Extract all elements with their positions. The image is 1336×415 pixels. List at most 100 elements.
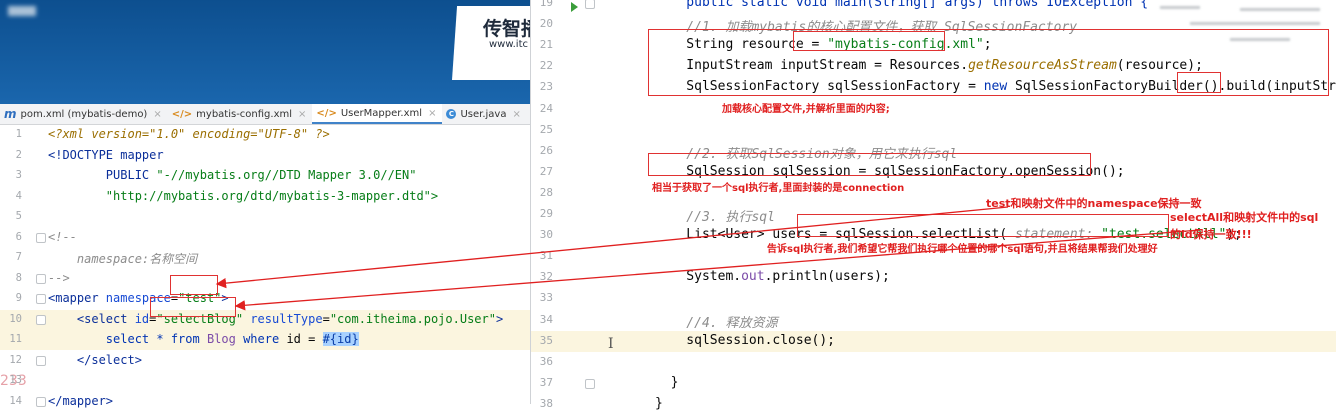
code-line[interactable]: 10 <select id="selectBlog" resultType="c… (0, 309, 530, 330)
fold-marker-icon[interactable] (585, 378, 595, 389)
tab-close-icon[interactable]: × (153, 109, 161, 120)
editor-tab-bar: m pom.xml (mybatis-demo) × </> mybatis-c… (0, 104, 530, 125)
line-number: 28 (539, 185, 553, 199)
code-token: id (134, 311, 150, 326)
annotation-tell-sql: 告诉sql执行者,我们希望它帮我们执行哪个位置的哪个sql语句,并且将结果帮我们… (767, 244, 1158, 255)
code-text: sqlSession.close(); (655, 333, 835, 348)
highlight-box-select-list (797, 214, 1169, 237)
code-line[interactable]: 12 </select> (0, 351, 530, 371)
code-line[interactable]: 25 (531, 120, 1336, 141)
line-number: 4 (15, 189, 22, 202)
highlight-box-namespace (170, 275, 218, 295)
code-line[interactable]: 3 PUBLIC "-//mybatis.org//DTD Mapper 3.0… (0, 166, 530, 186)
code-token: public static void main(String[] args) t… (655, 0, 1149, 10)
tab-usermapper-xml[interactable]: </> UserMapper.xml × (312, 104, 443, 124)
fold-marker-icon[interactable] (36, 232, 46, 243)
line-number: 6 (15, 230, 22, 243)
code-token: System. (655, 269, 742, 285)
code-text: --> (48, 271, 70, 285)
annotation-selectall-id: selectAll和映射文件中的sql (1170, 211, 1319, 224)
code-line[interactable]: 1 <?xml version="1.0" encoding="UTF-8" ?> (0, 125, 530, 145)
code-text: System.out.println(users); (655, 269, 890, 284)
code-line[interactable]: 33 (531, 288, 1336, 309)
code-text: </mapper> (48, 394, 113, 408)
highlight-box-config-filename (793, 31, 945, 51)
banner-image: 传智播 www.itc (0, 0, 530, 104)
line-number: 10 (9, 312, 22, 325)
code-line[interactable]: 32 System.out.println(users); (531, 267, 1336, 288)
code-line[interactable]: 34 //4. 释放资源 (531, 310, 1336, 331)
line-number: 24 (539, 101, 553, 115)
line-number: 37 (539, 375, 553, 389)
code-line[interactable]: 14 </mapper> (0, 392, 530, 412)
code-text: } (655, 396, 663, 411)
code-line[interactable]: 6 <!-- (0, 228, 530, 248)
tab-close-icon[interactable]: × (298, 109, 306, 120)
fold-marker-icon[interactable] (36, 314, 46, 325)
line-number: 5 (15, 210, 22, 222)
tab-close-icon[interactable]: × (512, 109, 520, 120)
code-token: .println(users); (764, 269, 890, 285)
code-token: <mapper (48, 291, 106, 305)
tab-user-java[interactable]: C User.java × (442, 104, 526, 124)
maven-icon: m (4, 107, 17, 121)
fold-marker-icon[interactable] (585, 0, 595, 9)
code-token: where (243, 332, 287, 346)
brand-title: 传智播 (483, 18, 530, 40)
code-token: </mapper> (48, 393, 114, 408)
code-text: PUBLIC "-//mybatis.org//DTD Mapper 3.0//… (48, 168, 417, 182)
code-line[interactable]: 11 select * from Blog where id = #{id} (0, 330, 530, 350)
annotation-load-config: 加载核心配置文件,并解析里面的内容; (722, 104, 890, 115)
code-line[interactable]: 13 (0, 371, 530, 391)
highlight-box-config-block (648, 29, 1329, 96)
code-line[interactable]: 8 --> (0, 269, 530, 289)
code-token: <?xml version="1.0" encoding="UTF-8" ?> (48, 127, 330, 141)
line-number: 34 (539, 312, 553, 326)
code-line[interactable]: 24 (531, 99, 1336, 120)
line-number: 35 (539, 333, 553, 347)
code-token: #{id} (322, 332, 359, 346)
code-token: > (495, 311, 504, 326)
code-line[interactable]: 37 } (531, 373, 1336, 394)
line-number: 27 (539, 164, 553, 178)
line-number: 36 (539, 354, 553, 368)
code-token: } (655, 374, 679, 390)
code-token: "com.itheima.pojo.User" (329, 311, 496, 326)
code-token: <!-- (48, 229, 77, 244)
line-number: 23 (539, 80, 553, 94)
code-text: namespace:名称空间 (48, 250, 197, 267)
fold-marker-icon[interactable] (36, 396, 46, 407)
code-token: id = (286, 332, 323, 346)
tab-close-icon[interactable]: × (428, 108, 436, 119)
code-text: <!-- (48, 230, 77, 244)
class-icon: C (446, 109, 457, 119)
code-line[interactable]: 7 namespace:名称空间 (0, 248, 530, 268)
tab-pom-xml[interactable]: m pom.xml (mybatis-demo) × (0, 104, 168, 124)
line-number: 3 (15, 169, 22, 181)
code-token: --> (48, 270, 70, 285)
code-text: //3. 执行sql (655, 206, 775, 225)
line-number: 30 (539, 228, 553, 242)
line-number: 38 (539, 396, 553, 410)
fold-marker-icon[interactable] (36, 355, 46, 366)
highlight-box-select-id (150, 297, 236, 317)
fold-marker-icon[interactable] (36, 294, 46, 304)
code-token: </select> (48, 352, 142, 367)
mapper-xml-editor[interactable]: 233 1 <?xml version="1.0" encoding="UTF-8… (0, 125, 530, 408)
code-line[interactable]: 38} (531, 394, 1336, 415)
code-line[interactable]: 4 "http://mybatis.org/dtd/mybatis-3-mapp… (0, 187, 530, 207)
code-token: select * (48, 332, 171, 346)
tab-mybatis-config-xml[interactable]: </> mybatis-config.xml × (168, 104, 313, 124)
code-text: public static void main(String[] args) t… (655, 0, 1148, 10)
line-number: 13 (9, 374, 22, 386)
code-line[interactable]: 35 sqlSession.close(); (531, 330, 1336, 352)
code-text: </select> (48, 353, 142, 367)
code-line[interactable]: 36 (531, 352, 1336, 373)
code-line[interactable]: 5 (0, 207, 530, 227)
code-line[interactable]: 9 <mapper namespace="test"> (0, 289, 530, 309)
code-token: = (322, 311, 330, 326)
fold-marker-icon[interactable] (36, 273, 46, 284)
code-line[interactable]: 2 <!DOCTYPE mapper (0, 146, 530, 166)
code-token: from (170, 332, 207, 346)
code-text: select * from Blog where id = #{id} (48, 332, 359, 346)
